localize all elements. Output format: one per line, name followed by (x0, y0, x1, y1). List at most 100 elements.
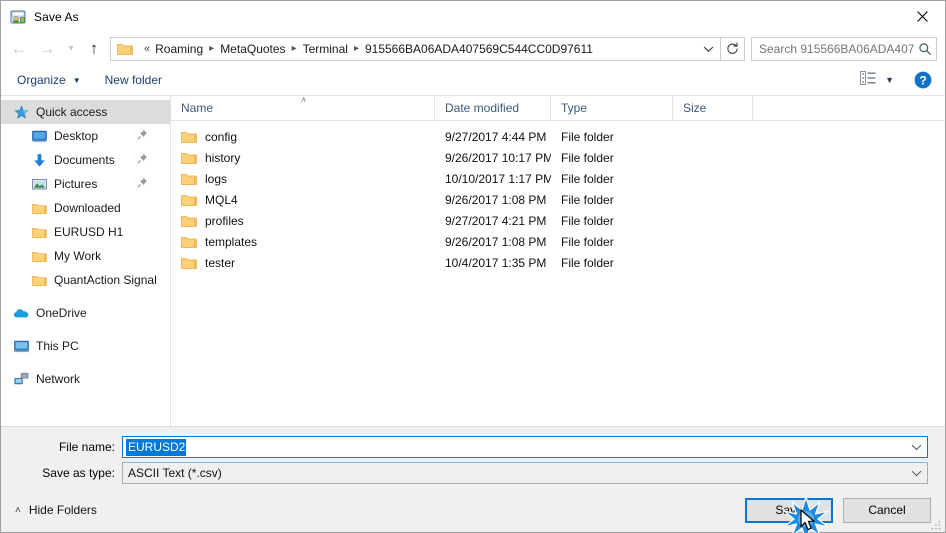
back-arrow-icon[interactable]: ← (5, 36, 33, 62)
file-type-cell: File folder (561, 255, 614, 270)
column-header-date-modified[interactable]: Date modified (435, 95, 551, 121)
sidebar-item-desktop[interactable]: Desktop (1, 124, 170, 148)
breadcrumb-segment-metaquotes[interactable]: MetaQuotes (220, 42, 285, 56)
sidebar-item-label: OneDrive (36, 306, 87, 320)
table-row[interactable]: config 9/27/2017 4:44 PM File folder (171, 126, 945, 147)
file-type-cell: File folder (561, 234, 614, 249)
table-row[interactable]: templates 9/26/2017 1:08 PM File folder (171, 231, 945, 252)
pin-icon[interactable] (137, 153, 148, 167)
pin-icon[interactable] (137, 129, 148, 143)
chevron-down-icon[interactable] (905, 470, 927, 477)
save-as-type-label: Save as type: (42, 466, 115, 480)
file-name-cell[interactable]: logs (171, 172, 435, 186)
file-name-cell[interactable]: config (171, 130, 435, 144)
sidebar-item-pictures[interactable]: Pictures (1, 172, 170, 196)
onedrive-cloud-icon (13, 305, 29, 321)
table-row[interactable]: profiles 9/27/2017 4:21 PM File folder (171, 210, 945, 231)
title-bar: Save As (1, 1, 945, 32)
sidebar-item-onedrive[interactable]: OneDrive (1, 301, 170, 325)
help-button[interactable]: ? (914, 71, 932, 89)
file-date-cell: 9/26/2017 10:17 PM (445, 150, 551, 165)
breadcrumb-segment-terminal-id[interactable]: 915566BA06ADA407569C544CC0D97611 (365, 42, 593, 56)
search-box[interactable] (751, 36, 937, 61)
file-name-cell[interactable]: tester (171, 256, 435, 270)
column-header-type[interactable]: Type (551, 95, 673, 121)
sidebar-item-label: Downloaded (54, 201, 121, 215)
sidebar-item-my-work[interactable]: My Work (1, 244, 170, 268)
breadcrumb-segment-roaming[interactable]: Roaming (155, 42, 203, 56)
file-type-cell: File folder (561, 213, 614, 228)
forward-arrow-icon[interactable]: → (33, 36, 61, 62)
file-date-cell: 9/26/2017 1:08 PM (445, 234, 547, 249)
folder-icon (181, 235, 197, 249)
navigation-sidebar[interactable]: Quick access Desktop Documents Pictures … (1, 96, 171, 426)
folder-icon (181, 256, 197, 270)
breadcrumb-overflow[interactable]: « (139, 43, 155, 55)
folder-icon (117, 42, 133, 56)
save-as-type-row: Save as type: ASCII Text (*.csv) (1, 462, 945, 484)
navigation-bar: ← → ▾ ↑ « Roaming ▸ MetaQuotes ▸ Termina… (1, 32, 945, 65)
file-name-cell[interactable]: history (171, 151, 435, 165)
save-form: File name: EURUSD2 Save as type: ASCII T… (1, 426, 945, 488)
up-arrow-icon[interactable]: ↑ (81, 36, 107, 62)
search-icon[interactable] (914, 42, 936, 56)
footer-buttons: Save Cancel (745, 495, 931, 533)
sidebar-item-downloaded[interactable]: Downloaded (1, 196, 170, 220)
file-date-cell: 10/4/2017 1:35 PM (445, 255, 547, 270)
hide-folders-label: Hide Folders (28, 503, 97, 517)
recent-locations-chevron-icon[interactable]: ▾ (61, 36, 81, 62)
save-as-type-dropdown[interactable]: ASCII Text (*.csv) (122, 462, 928, 484)
command-bar: Organize ▼ New folder ▼ ? (1, 65, 945, 96)
chevron-down-icon[interactable] (905, 444, 927, 451)
table-row[interactable]: logs 10/10/2017 1:17 PM File folder (171, 168, 945, 189)
file-name-label: File name: (58, 440, 115, 454)
save-as-icon (10, 9, 26, 25)
folder-icon (181, 130, 197, 144)
dialog-footer: ˄ Hide Folders Save Cancel (1, 488, 945, 533)
sidebar-item-documents[interactable]: Documents (1, 148, 170, 172)
breadcrumb-separator-icon[interactable]: ▸ (203, 43, 220, 54)
network-icon (13, 371, 29, 387)
breadcrumb-separator-icon[interactable]: ▸ (286, 43, 303, 54)
file-date-cell: 9/26/2017 1:08 PM (445, 192, 547, 207)
column-header-size[interactable]: Size (673, 95, 753, 121)
file-name-input[interactable]: EURUSD2 (122, 436, 928, 458)
sidebar-item-this-pc[interactable]: This PC (1, 334, 170, 358)
new-folder-button[interactable]: New folder (105, 73, 162, 87)
sidebar-item-eurusd-h1[interactable]: EURUSD H1 (1, 220, 170, 244)
sidebar-item-label: EURUSD H1 (54, 225, 124, 239)
pin-icon[interactable] (137, 177, 148, 191)
chevron-down-icon[interactable] (696, 38, 720, 60)
file-name-cell[interactable]: profiles (171, 214, 435, 228)
breadcrumb-segment-terminal[interactable]: Terminal (303, 42, 348, 56)
cancel-button[interactable]: Cancel (843, 497, 931, 523)
window-title: Save As (34, 9, 79, 24)
breadcrumb-separator-icon[interactable]: ▸ (348, 43, 365, 54)
sidebar-item-network[interactable]: Network (1, 367, 170, 391)
hide-folders-button[interactable]: ˄ Hide Folders (11, 503, 97, 517)
table-row[interactable]: tester 10/4/2017 1:35 PM File folder (171, 252, 945, 273)
sidebar-item-quantaction-signal[interactable]: QuantAction Signal (1, 268, 170, 292)
sidebar-item-quick-access[interactable]: Quick access (1, 100, 170, 124)
organize-button[interactable]: Organize ▼ (17, 73, 81, 87)
refresh-icon[interactable] (721, 36, 745, 61)
file-name-row: File name: EURUSD2 (1, 436, 945, 458)
this-pc-icon (13, 338, 29, 354)
folder-icon (181, 193, 197, 207)
chevron-down-icon: ▼ (885, 75, 894, 85)
change-view-button[interactable]: ▼ (860, 70, 894, 90)
file-name-cell[interactable]: templates (171, 235, 435, 249)
table-row[interactable]: history 9/26/2017 10:17 PM File folder (171, 147, 945, 168)
save-button[interactable]: Save (745, 497, 833, 523)
file-name-cell[interactable]: MQL4 (171, 193, 435, 207)
table-row[interactable]: MQL4 9/26/2017 1:08 PM File folder (171, 189, 945, 210)
search-input[interactable] (752, 41, 914, 56)
file-type-cell: File folder (561, 171, 614, 186)
file-name-label: history (205, 150, 241, 165)
resize-grip-icon[interactable] (930, 518, 942, 530)
file-name-value: EURUSD2 (126, 438, 187, 456)
file-list: ˄ Name Date modified Type Size config 9/… (171, 95, 945, 426)
close-button[interactable] (899, 1, 945, 32)
address-bar[interactable]: « Roaming ▸ MetaQuotes ▸ Terminal ▸ 9155… (110, 36, 721, 61)
dialog-body: Quick access Desktop Documents Pictures … (1, 95, 945, 426)
